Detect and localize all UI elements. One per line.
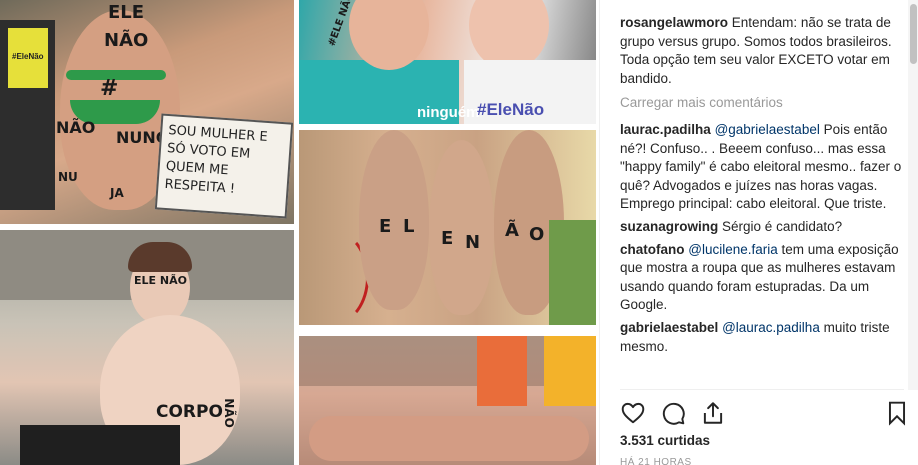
chest-paint: CORPO xyxy=(156,402,223,422)
bookmark-icon[interactable] xyxy=(884,400,910,426)
comment-item: chatofano @lucilene.faria tem uma exposi… xyxy=(620,241,904,315)
comment-username[interactable]: gabrielaestabel xyxy=(620,320,718,335)
protest-photo-1: #EleNão ELE NÃO # NÃO NUNC NU JA SOU MUL… xyxy=(0,0,294,224)
comments-panel: rosangelawmoro Entendam: não se trata de… xyxy=(599,0,918,465)
action-bar xyxy=(620,400,906,428)
comment-item: suzanagrowing Sérgio é candidato? xyxy=(620,218,904,237)
paint-text-hash: # xyxy=(100,76,119,101)
lying-bodies xyxy=(309,416,589,461)
scrollbar-thumb[interactable] xyxy=(910,4,917,64)
comment-mention[interactable]: @laurac.padilha xyxy=(722,320,820,335)
paint-text-left: NÃO xyxy=(56,118,96,137)
rainbow-shirt-2 xyxy=(544,336,596,406)
comment-username[interactable]: laurac.padilha xyxy=(620,122,711,137)
protest-photo-5 xyxy=(299,336,596,465)
comment-username[interactable]: suzanagrowing xyxy=(620,219,718,234)
comment-item: gabrielaestabel @laurac.padilha muito tr… xyxy=(620,319,904,356)
paint-text-leg2: JA xyxy=(110,186,124,200)
comment-mention[interactable]: @gabrielaestabel xyxy=(715,122,820,137)
hair xyxy=(128,242,192,272)
plant xyxy=(549,220,596,325)
protest-sign: SOU MULHER E SÓ VOTO EM QUEM ME RESPEITA… xyxy=(154,113,294,219)
shirt-left-text: ninguém xyxy=(417,104,480,121)
paint-text-mid: NÃO xyxy=(104,30,149,51)
comment-text: Sérgio é candidato? xyxy=(722,218,843,234)
comments-scrollbar[interactable] xyxy=(908,0,918,390)
bicycle xyxy=(299,230,369,325)
back-shape-1 xyxy=(359,130,429,310)
comment-bubble-icon[interactable] xyxy=(660,400,686,426)
load-more-comments-link[interactable]: Carregar mais comentários xyxy=(620,94,904,113)
face-paint: ELE NÃO xyxy=(134,274,187,287)
comment-mention[interactable]: @lucilene.faria xyxy=(688,242,778,257)
like-count[interactable]: 3.531 curtidas xyxy=(620,433,710,448)
rainbow-shirt-1 xyxy=(477,336,527,406)
protest-photo-2: #ELE NÃO ninguém #EleNão xyxy=(299,0,596,124)
comment-username[interactable]: rosangelawmoro xyxy=(620,15,728,30)
shirt-text: #EleNão xyxy=(12,52,44,61)
post-timestamp[interactable]: HÁ 21 HORAS xyxy=(620,457,692,465)
dark-pants xyxy=(20,425,180,465)
letter-2: L xyxy=(403,216,415,237)
back-shape-2 xyxy=(429,140,494,315)
paint-text-top: ELE xyxy=(108,2,145,23)
arm-paint: NÃO xyxy=(221,398,236,428)
comment-item: rosangelawmoro Entendam: não se trata de… xyxy=(620,14,904,88)
heart-icon[interactable] xyxy=(620,400,646,426)
protest-photo-4: ELE NÃO CORPO NÃO xyxy=(0,230,294,465)
comment-item: laurac.padilha @gabrielaestabel Pois ent… xyxy=(620,121,904,214)
photo-collage[interactable]: #EleNão ELE NÃO # NÃO NUNC NU JA SOU MUL… xyxy=(0,0,599,465)
letter-4: N xyxy=(465,232,481,253)
divider xyxy=(620,389,904,390)
shirt-right-text: #EleNão xyxy=(477,100,545,119)
letter-1: E xyxy=(379,216,392,237)
paint-text-leg1: NU xyxy=(58,170,78,184)
letter-6: O xyxy=(529,224,545,245)
share-icon[interactable] xyxy=(700,400,726,426)
comment-username[interactable]: chatofano xyxy=(620,242,685,257)
letter-5: Ã xyxy=(505,220,519,241)
letter-3: E xyxy=(441,228,454,249)
protest-photo-3: E L E N Ã O xyxy=(299,130,596,325)
comment-list: rosangelawmoro Entendam: não se trata de… xyxy=(620,14,904,387)
